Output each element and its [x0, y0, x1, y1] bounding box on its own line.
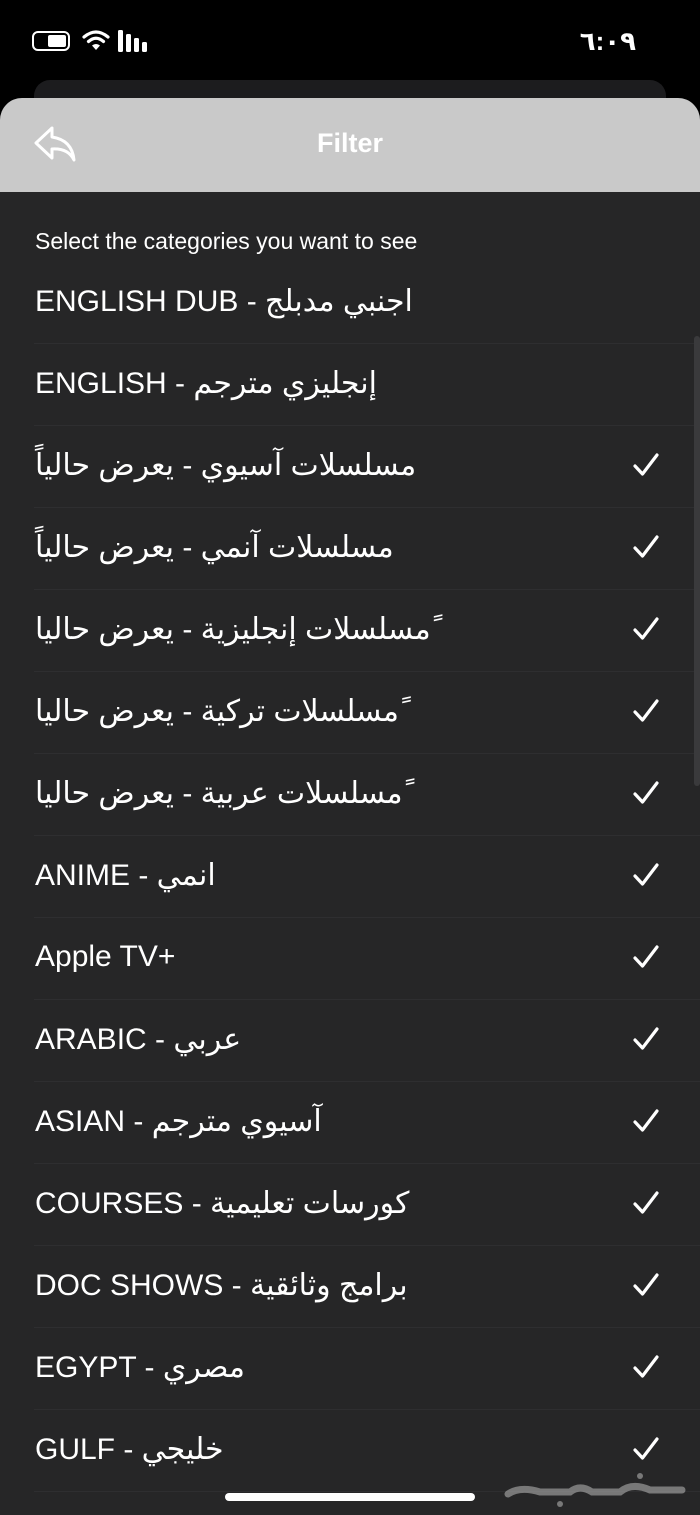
- checkmark-icon: [633, 1355, 659, 1378]
- category-label: ENGLISH - إنجليزي مترجم: [35, 367, 377, 400]
- status-time: ٦:٠٩: [579, 26, 636, 56]
- home-indicator[interactable]: [225, 1493, 475, 1501]
- category-label: ENGLISH DUB - اجنبي مدبلج: [35, 285, 413, 318]
- category-label: مسلسلات آسيوي - يعرض حالياً: [35, 449, 417, 482]
- category-list: ENGLISH DUB - اجنبي مدبلج ENGLISH - إنجلي…: [0, 262, 700, 1492]
- category-row[interactable]: ًمسلسلات عربية - يعرض حاليا: [0, 754, 700, 836]
- haraj-watermark-logo: [504, 1473, 686, 1507]
- battery-level: [48, 35, 66, 47]
- checkmark-icon: [633, 1273, 659, 1296]
- category-label: ARABIC - عربي: [35, 1023, 242, 1056]
- scrollbar[interactable]: [694, 336, 700, 786]
- category-label: ًمسلسلات عربية - يعرض حاليا: [35, 777, 403, 810]
- category-row[interactable]: DOC SHOWS - برامج وثائقية: [0, 1246, 700, 1328]
- category-label: ًمسلسلات تركية - يعرض حاليا: [35, 695, 399, 728]
- cellular-signal-icon: [118, 30, 147, 52]
- instruction-text: Select the categories you want to see: [35, 228, 418, 254]
- checkmark-icon: [633, 699, 659, 722]
- battery-icon: [32, 31, 70, 51]
- category-row[interactable]: ENGLISH - إنجليزي مترجم: [0, 344, 700, 426]
- category-label: مسلسلات آنمي - يعرض حالياً: [35, 531, 394, 564]
- status-bar: ٦:٠٩: [0, 0, 700, 82]
- category-row[interactable]: ENGLISH DUB - اجنبي مدبلج: [0, 262, 700, 344]
- checkmark-icon: [633, 1027, 659, 1050]
- wifi-icon: [82, 30, 110, 50]
- checkmark-icon: [633, 535, 659, 558]
- category-row[interactable]: مسلسلات آنمي - يعرض حالياً: [0, 508, 700, 590]
- category-row[interactable]: EGYPT - مصري: [0, 1328, 700, 1410]
- category-label: ANIME - انمي: [35, 859, 216, 892]
- page-title: Filter: [316, 128, 383, 158]
- category-label: COURSES - كورسات تعليمية: [35, 1187, 410, 1220]
- checkmark-icon: [633, 453, 659, 476]
- category-row[interactable]: مسلسلات آسيوي - يعرض حالياً: [0, 426, 700, 508]
- category-row[interactable]: Apple TV+: [0, 918, 700, 1000]
- category-label: GULF - خليجي: [35, 1433, 224, 1466]
- category-label: ًمسلسلات إنجليزية - يعرض حاليا: [35, 613, 431, 646]
- checkmark-icon: [633, 863, 659, 886]
- checkmark-icon: [633, 1109, 659, 1132]
- category-label: DOC SHOWS - برامج وثائقية: [35, 1269, 408, 1302]
- category-row[interactable]: ًمسلسلات إنجليزية - يعرض حاليا: [0, 590, 700, 672]
- checkmark-icon: [633, 617, 659, 640]
- checkmark-icon: [633, 1191, 659, 1214]
- filter-sheet: Filter Select the categories you want to…: [0, 98, 700, 1515]
- category-row[interactable]: ًمسلسلات تركية - يعرض حاليا: [0, 672, 700, 754]
- checkmark-icon: [633, 781, 659, 804]
- category-row[interactable]: ANIME - انمي: [0, 836, 700, 918]
- category-label: Apple TV+: [35, 940, 176, 973]
- category-row[interactable]: ASIAN - آسيوي مترجم: [0, 1082, 700, 1164]
- nav-bar: Filter: [0, 98, 700, 192]
- category-row[interactable]: COURSES - كورسات تعليمية: [0, 1164, 700, 1246]
- checkmark-icon: [633, 945, 659, 968]
- category-label: EGYPT - مصري: [35, 1351, 245, 1384]
- category-label: ASIAN - آسيوي مترجم: [35, 1105, 322, 1138]
- checkmark-icon: [633, 1437, 659, 1460]
- category-row[interactable]: ARABIC - عربي: [0, 1000, 700, 1082]
